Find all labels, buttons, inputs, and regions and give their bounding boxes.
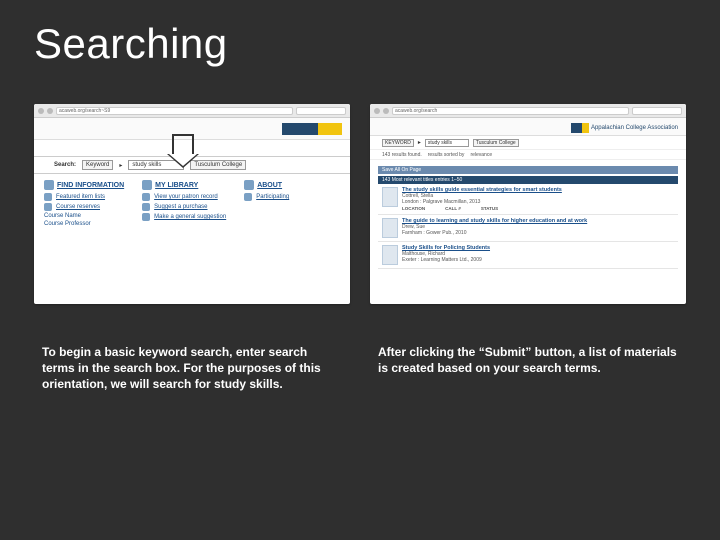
browser-search-box [296, 107, 346, 115]
col-mylib: MY LIBRARY View your patron record Sugge… [142, 180, 226, 229]
book-cover-icon [382, 245, 398, 265]
hit-count: 143 results found. [382, 152, 422, 158]
forward-icon [383, 108, 389, 114]
sublink-course-prof: Course Professor [44, 221, 91, 227]
cart-icon [142, 203, 150, 211]
arrow-down-icon [172, 134, 194, 156]
col-status: STATUS [481, 206, 498, 211]
col-find: FIND INFORMATION Featured item lists Cou… [44, 180, 124, 229]
link-patron: View your patron record [154, 194, 218, 200]
site-brand: Appalachian College Association [571, 123, 678, 133]
back-icon [38, 108, 44, 114]
caption-right: After clicking the “Submit” button, a li… [378, 344, 678, 393]
link-suggest-purchase: Suggest a purchase [154, 204, 207, 210]
search-bar: KEYWORD ▸ study skills Tusculum College [370, 136, 686, 150]
back-icon [374, 108, 380, 114]
person-icon [142, 193, 150, 201]
list-icon [44, 193, 52, 201]
magnifier-icon [44, 180, 54, 190]
site-logo [571, 123, 589, 133]
browser-chrome: acaweb.org/search [370, 104, 686, 118]
sublink-course-name: Course Name [44, 213, 81, 219]
link-reserves: Course reserves [56, 204, 100, 210]
search-label: Search: [54, 162, 76, 168]
caption-row: To begin a basic keyword search, enter s… [34, 344, 686, 393]
col-about: ABOUT Participating [244, 180, 289, 229]
book-cover-icon [382, 218, 398, 238]
search-input: study skills [425, 139, 469, 147]
result-item: The study skills guide essential strateg… [378, 184, 678, 215]
address-bar: acaweb.org/search [392, 107, 629, 115]
building-icon [244, 180, 254, 190]
slide: Searching acaweb.org/search~S9 Search: K… [0, 0, 720, 540]
result-pub: Exeter : Learning Matters Ltd., 2009 [402, 257, 482, 263]
note-icon [142, 213, 150, 221]
caption-left: To begin a basic keyword search, enter s… [42, 344, 342, 393]
link-columns: FIND INFORMATION Featured item lists Cou… [34, 174, 350, 235]
screenshot-row: acaweb.org/search~S9 Search: Keyword ▸ s… [34, 104, 686, 304]
search-type-select: Keyword [82, 160, 113, 170]
col-heading: ABOUT [257, 182, 282, 189]
result-item: Study Skills for Policing Students Malth… [378, 242, 678, 269]
site-logo [282, 123, 342, 135]
results-meta: 143 results found. results sorted by rel… [370, 150, 686, 160]
browser-chrome: acaweb.org/search~S9 [34, 104, 350, 118]
result-pub: London : Palgrave Macmillan, 2013 [402, 199, 480, 205]
brand-text: Appalachian College Association [591, 125, 678, 131]
result-item: The guide to learning and study skills f… [378, 215, 678, 242]
sort-label: results sorted by [428, 152, 465, 158]
library-icon [142, 180, 152, 190]
col-heading: MY LIBRARY [155, 182, 198, 189]
address-bar: acaweb.org/search~S9 [56, 107, 293, 115]
col-location: LOCATION [402, 206, 425, 211]
site-header: Appalachian College Association [370, 118, 686, 136]
screenshot-search-form: acaweb.org/search~S9 Search: Keyword ▸ s… [34, 104, 350, 304]
page-title: Searching [34, 20, 686, 68]
screenshot-results: acaweb.org/search Appalachian College As… [370, 104, 686, 304]
browser-search-box [632, 107, 682, 115]
results-header-bar: 143 Most relevant titles entries 1–50 [378, 176, 678, 184]
link-suggestion: Make a general suggestion [154, 214, 226, 220]
pointer-arrow [172, 134, 194, 156]
link-featured: Featured item lists [56, 194, 105, 200]
search-type-select: KEYWORD [382, 139, 414, 147]
search-scope-select: Tusculum College [473, 139, 519, 147]
results-body: Save All On Page 143 Most relevant title… [370, 160, 686, 273]
sort-select: relevance [470, 152, 492, 158]
forward-icon [47, 108, 53, 114]
result-pub: Farnham : Gower Pub., 2010 [402, 230, 466, 236]
book-cover-icon [382, 187, 398, 207]
book-icon [44, 203, 52, 211]
link-participating: Participating [256, 194, 289, 200]
dot-icon [244, 193, 252, 201]
col-call: CALL # [445, 206, 461, 211]
save-all-bar: Save All On Page [378, 166, 678, 174]
col-heading: FIND INFORMATION [57, 182, 124, 189]
